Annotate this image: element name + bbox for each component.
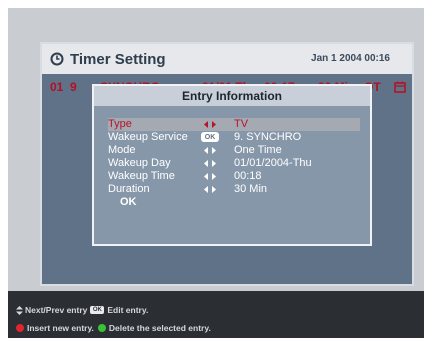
field-label: Duration	[108, 183, 150, 195]
help-edit: Edit entry.	[107, 305, 149, 315]
left-right-arrows-icon	[204, 173, 216, 180]
clock-icon	[50, 52, 64, 66]
field-wakeup-time[interactable]: Wakeup Time 00:18	[108, 170, 360, 183]
current-date: Jan 1 2004 00:16	[311, 53, 390, 64]
help-line-navigation: Next/Prev entry OK Edit entry.	[16, 305, 148, 315]
field-value: One Time	[234, 144, 282, 156]
field-wakeup-service[interactable]: Wakeup Service OK 9. SYNCHRO	[108, 131, 360, 144]
help-delete: Delete the selected entry.	[108, 323, 211, 333]
field-label: Type	[108, 118, 132, 130]
field-value: 9. SYNCHRO	[234, 131, 302, 143]
left-right-arrows-icon	[204, 160, 216, 167]
dialog-title: Entry Information	[94, 86, 370, 106]
red-key-icon	[16, 324, 24, 332]
field-duration[interactable]: Duration 30 Min	[108, 183, 360, 196]
field-mode[interactable]: Mode One Time	[108, 144, 360, 157]
field-label: Mode	[108, 144, 136, 156]
field-value: 01/01/2004-Thu	[234, 157, 312, 169]
left-right-arrows-icon	[204, 147, 216, 154]
help-next-prev: Next/Prev entry	[25, 305, 88, 315]
left-right-arrows-icon	[204, 186, 216, 193]
green-key-icon	[97, 324, 106, 332]
help-bar: Next/Prev entry OK Edit entry. Insert ne…	[8, 291, 424, 338]
help-insert: Insert new entry.	[27, 323, 94, 333]
row-channel: 9	[70, 80, 77, 94]
ok-badge-icon: OK	[201, 132, 219, 142]
ok-button[interactable]: OK	[120, 196, 137, 208]
field-label: Wakeup Service	[108, 131, 188, 143]
row-number: 01	[50, 80, 64, 94]
left-right-arrows-icon	[204, 121, 216, 128]
panel-header: Timer Setting Jan 1 2004 00:16	[42, 44, 412, 74]
panel-title: Timer Setting	[70, 50, 166, 68]
field-value: 30 Min	[234, 183, 268, 195]
field-value: 00:18	[234, 170, 262, 182]
ok-key-icon: OK	[90, 306, 105, 314]
field-wakeup-day[interactable]: Wakeup Day 01/01/2004-Thu	[108, 157, 360, 170]
help-line-actions: Insert new entry. Delete the selected en…	[16, 323, 211, 333]
field-label: Wakeup Day	[108, 157, 171, 169]
field-type[interactable]: Type TV	[108, 118, 360, 131]
field-value: TV	[234, 118, 249, 130]
calendar-icon	[394, 81, 406, 93]
field-label: Wakeup Time	[108, 170, 175, 182]
up-down-arrows-icon	[16, 305, 23, 315]
entry-information-dialog: Entry Information Type TV Wakeup Service…	[92, 84, 372, 246]
tv-screen: Timer Setting Jan 1 2004 00:16 01 9 SYNC…	[8, 8, 424, 338]
